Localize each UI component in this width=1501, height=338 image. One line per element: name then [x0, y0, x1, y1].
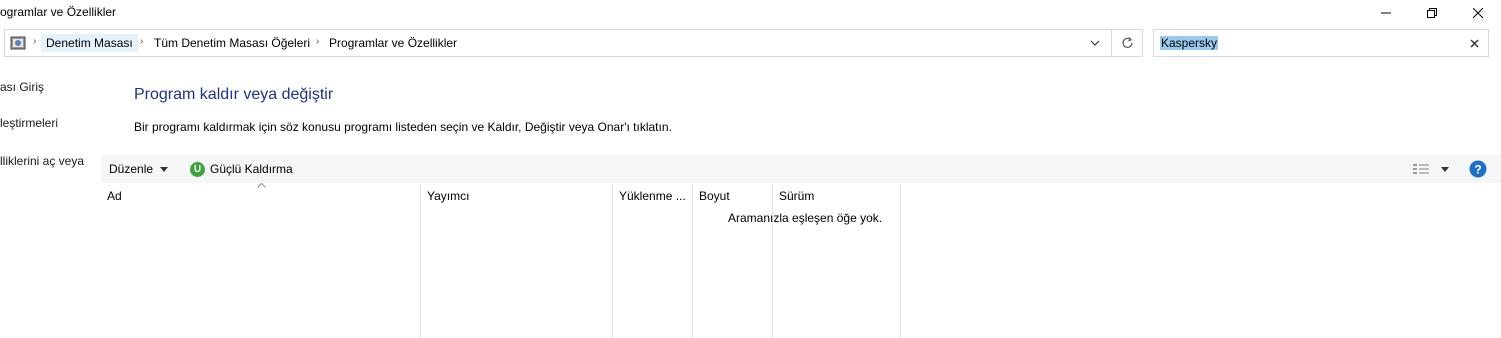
close-button[interactable]	[1455, 0, 1501, 26]
sidebar-link-updates[interactable]: leştirmeleri	[0, 116, 58, 130]
organize-label: Düzenle	[109, 162, 154, 176]
view-details-icon[interactable]	[1413, 163, 1431, 175]
column-header-size[interactable]: Boyut	[699, 189, 730, 203]
minimize-icon	[1381, 12, 1391, 14]
title-bar: ogramlar ve Özellikler	[0, 0, 1501, 26]
page-description: Bir programı kaldırmak için söz konusu p…	[134, 120, 672, 134]
chevron-right-icon: ›	[33, 36, 37, 47]
uninstaller-button[interactable]: U Güçlü Kaldırma	[190, 155, 293, 183]
view-dropdown-icon[interactable]	[1441, 167, 1449, 172]
control-panel-icon	[10, 36, 26, 50]
column-header-version[interactable]: Sürüm	[779, 189, 814, 203]
chevron-right-icon[interactable]: ›	[316, 36, 319, 47]
column-header-name[interactable]: Ad	[107, 189, 122, 203]
command-bar: Düzenle U Güçlü Kaldırma ?	[101, 155, 1501, 183]
search-input[interactable]: Kaspersky	[1160, 36, 1219, 50]
address-bar[interactable]: › Denetim Masası › Tüm Denetim Masası Öğ…	[4, 29, 1143, 57]
chevron-right-icon[interactable]: ›	[140, 36, 143, 47]
uninstaller-icon: U	[190, 161, 205, 177]
clear-search-icon[interactable]	[1470, 39, 1479, 48]
dropdown-arrow-icon	[160, 166, 169, 172]
breadcrumb-item[interactable]: Denetim Masası	[41, 34, 138, 52]
column-divider[interactable]	[772, 184, 773, 338]
help-icon[interactable]: ?	[1469, 160, 1487, 178]
chevron-down-icon[interactable]	[1090, 39, 1100, 47]
sidebar-link-windows-features[interactable]: lliklerini aç veya	[0, 154, 84, 168]
search-box[interactable]: Kaspersky	[1153, 29, 1489, 57]
minimize-button[interactable]	[1363, 0, 1409, 26]
address-divider	[1111, 30, 1112, 56]
maximize-button[interactable]	[1409, 0, 1455, 26]
column-header-publisher[interactable]: Yayımcı	[427, 189, 469, 203]
window-title: ogramlar ve Özellikler	[0, 5, 117, 19]
column-divider[interactable]	[692, 184, 693, 338]
refresh-icon[interactable]	[1121, 36, 1135, 50]
column-divider[interactable]	[612, 184, 613, 338]
restore-icon	[1427, 8, 1437, 18]
breadcrumb-item[interactable]: Programlar ve Özellikler	[329, 36, 457, 50]
breadcrumb-item[interactable]: Tüm Denetim Masası Öğeleri	[154, 36, 310, 50]
svg-text:?: ?	[1474, 163, 1481, 177]
close-icon	[1473, 8, 1483, 18]
sidebar-link-home[interactable]: ası Giriş	[0, 80, 44, 94]
empty-results-message: Aramanızla eşleşen öğe yok.	[728, 211, 883, 225]
sort-ascending-icon	[257, 183, 266, 188]
column-divider[interactable]	[420, 184, 421, 338]
column-header-installed-on[interactable]: Yüklenme ...	[619, 189, 686, 203]
column-divider[interactable]	[900, 184, 901, 338]
page-title: Program kaldır veya değiştir	[134, 86, 334, 103]
uninstaller-label: Güçlü Kaldırma	[210, 162, 293, 176]
organize-button[interactable]: Düzenle	[109, 155, 169, 183]
